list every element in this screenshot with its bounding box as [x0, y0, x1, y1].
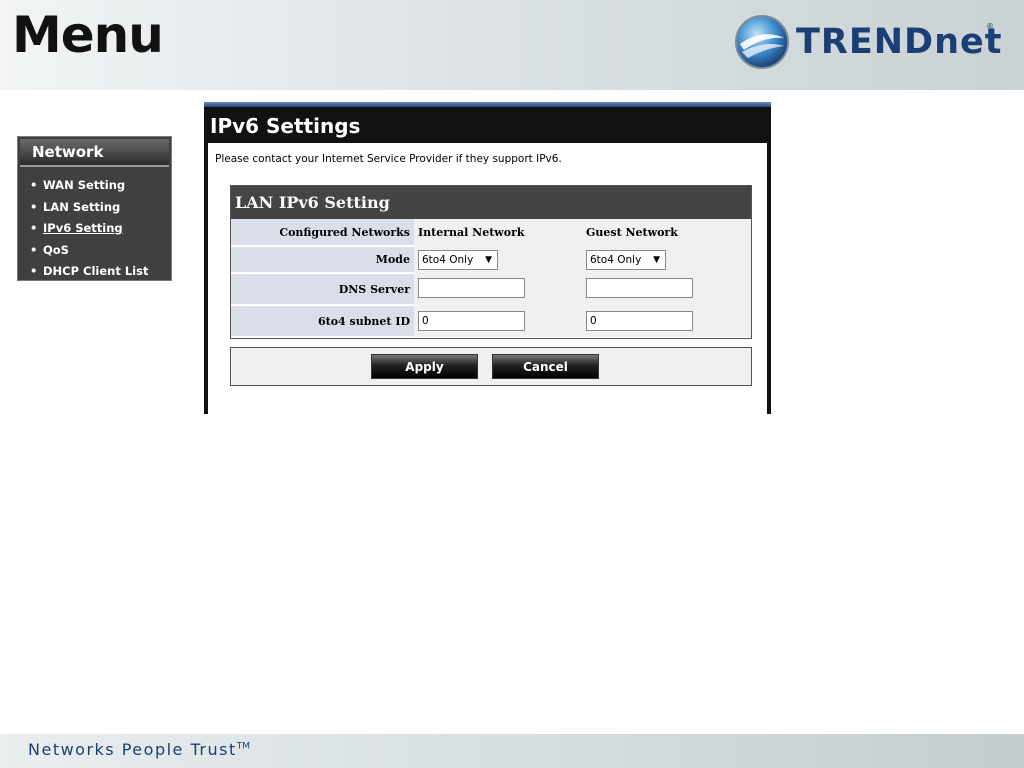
logo-text: TRENDnet [796, 22, 1003, 62]
trendnet-logo: TRENDnet ® [734, 14, 1004, 72]
table-row: DNS Server [231, 273, 751, 306]
guest-mode-value: 6to4 Only [590, 253, 642, 266]
menu-title: Network [20, 139, 169, 167]
sidebar-item-qos[interactable]: • QoS [30, 240, 171, 262]
network-menu: Network • WAN Setting • LAN Setting • IPv6 … [17, 136, 172, 281]
button-bar: Apply Cancel [230, 347, 752, 386]
chevron-down-icon: ▼ [485, 254, 492, 265]
page-title: IPv6 Settings [204, 107, 771, 143]
lan-ipv6-table: Configured Networks Internal Network Gue… [231, 219, 751, 338]
lan-ipv6-section: LAN IPv6 Setting Configured Networks Int… [230, 185, 752, 339]
sidebar-item-label: WAN Setting [43, 178, 126, 192]
table-row: Mode 6to4 Only ▼ 6to4 Only ▼ [231, 246, 751, 274]
guest-dns-input[interactable] [586, 277, 693, 298]
ipv6-settings-panel: IPv6 Settings Please contact your Intern… [204, 102, 771, 414]
internal-subnet-id-input[interactable]: 0 [418, 311, 525, 331]
sidebar-item-label: IPv6 Setting [43, 221, 123, 235]
trademark-mark: TM [236, 741, 250, 752]
sidebar-item-dhcp-client-list[interactable]: • DHCP Client List [30, 261, 171, 283]
table-row: Configured Networks Internal Network Gue… [231, 219, 751, 247]
cancel-button[interactable]: Cancel [492, 354, 599, 379]
internal-dns-input[interactable] [418, 277, 525, 298]
section-title: LAN IPv6 Setting [231, 186, 751, 219]
guest-mode-select[interactable]: 6to4 Only ▼ [586, 249, 666, 270]
table-row: 6to4 subnet ID 0 0 [231, 305, 751, 338]
sidebar-item-ipv6-setting[interactable]: • IPv6 Setting [30, 218, 171, 240]
sidebar-item-label: DHCP Client List [43, 264, 149, 278]
slide-footer: Networks People TrustTM [0, 734, 1024, 768]
internal-network-header: Internal Network [414, 219, 582, 246]
subnet-id-label: 6to4 subnet ID [231, 305, 414, 338]
tagline: Networks People TrustTM [28, 740, 250, 759]
globe-icon [735, 15, 789, 69]
internal-mode-select[interactable]: 6to4 Only ▼ [418, 249, 498, 270]
panel-note: Please contact your Internet Service Pro… [215, 153, 562, 165]
registered-mark: ® [986, 22, 994, 31]
guest-network-header: Guest Network [582, 219, 751, 246]
tagline-text: Networks People Trust [28, 740, 237, 759]
slide-title: Menu [12, 6, 164, 64]
mode-label: Mode [231, 246, 414, 274]
configured-networks-label: Configured Networks [231, 219, 414, 247]
slide-header: Menu TRENDnet ® [0, 0, 1024, 90]
dns-server-label: DNS Server [231, 273, 414, 306]
apply-button[interactable]: Apply [371, 354, 478, 379]
chevron-down-icon: ▼ [653, 254, 660, 265]
internal-mode-value: 6to4 Only [422, 253, 474, 266]
sidebar-item-wan-setting[interactable]: • WAN Setting [30, 175, 171, 197]
sidebar-item-label: QoS [43, 242, 69, 257]
sidebar-item-lan-setting[interactable]: • LAN Setting [30, 197, 171, 219]
sidebar-item-label: LAN Setting [43, 199, 121, 214]
guest-subnet-id-input[interactable]: 0 [586, 311, 693, 331]
menu-list: • WAN Setting • LAN Setting • IPv6 Setting … [18, 169, 171, 283]
